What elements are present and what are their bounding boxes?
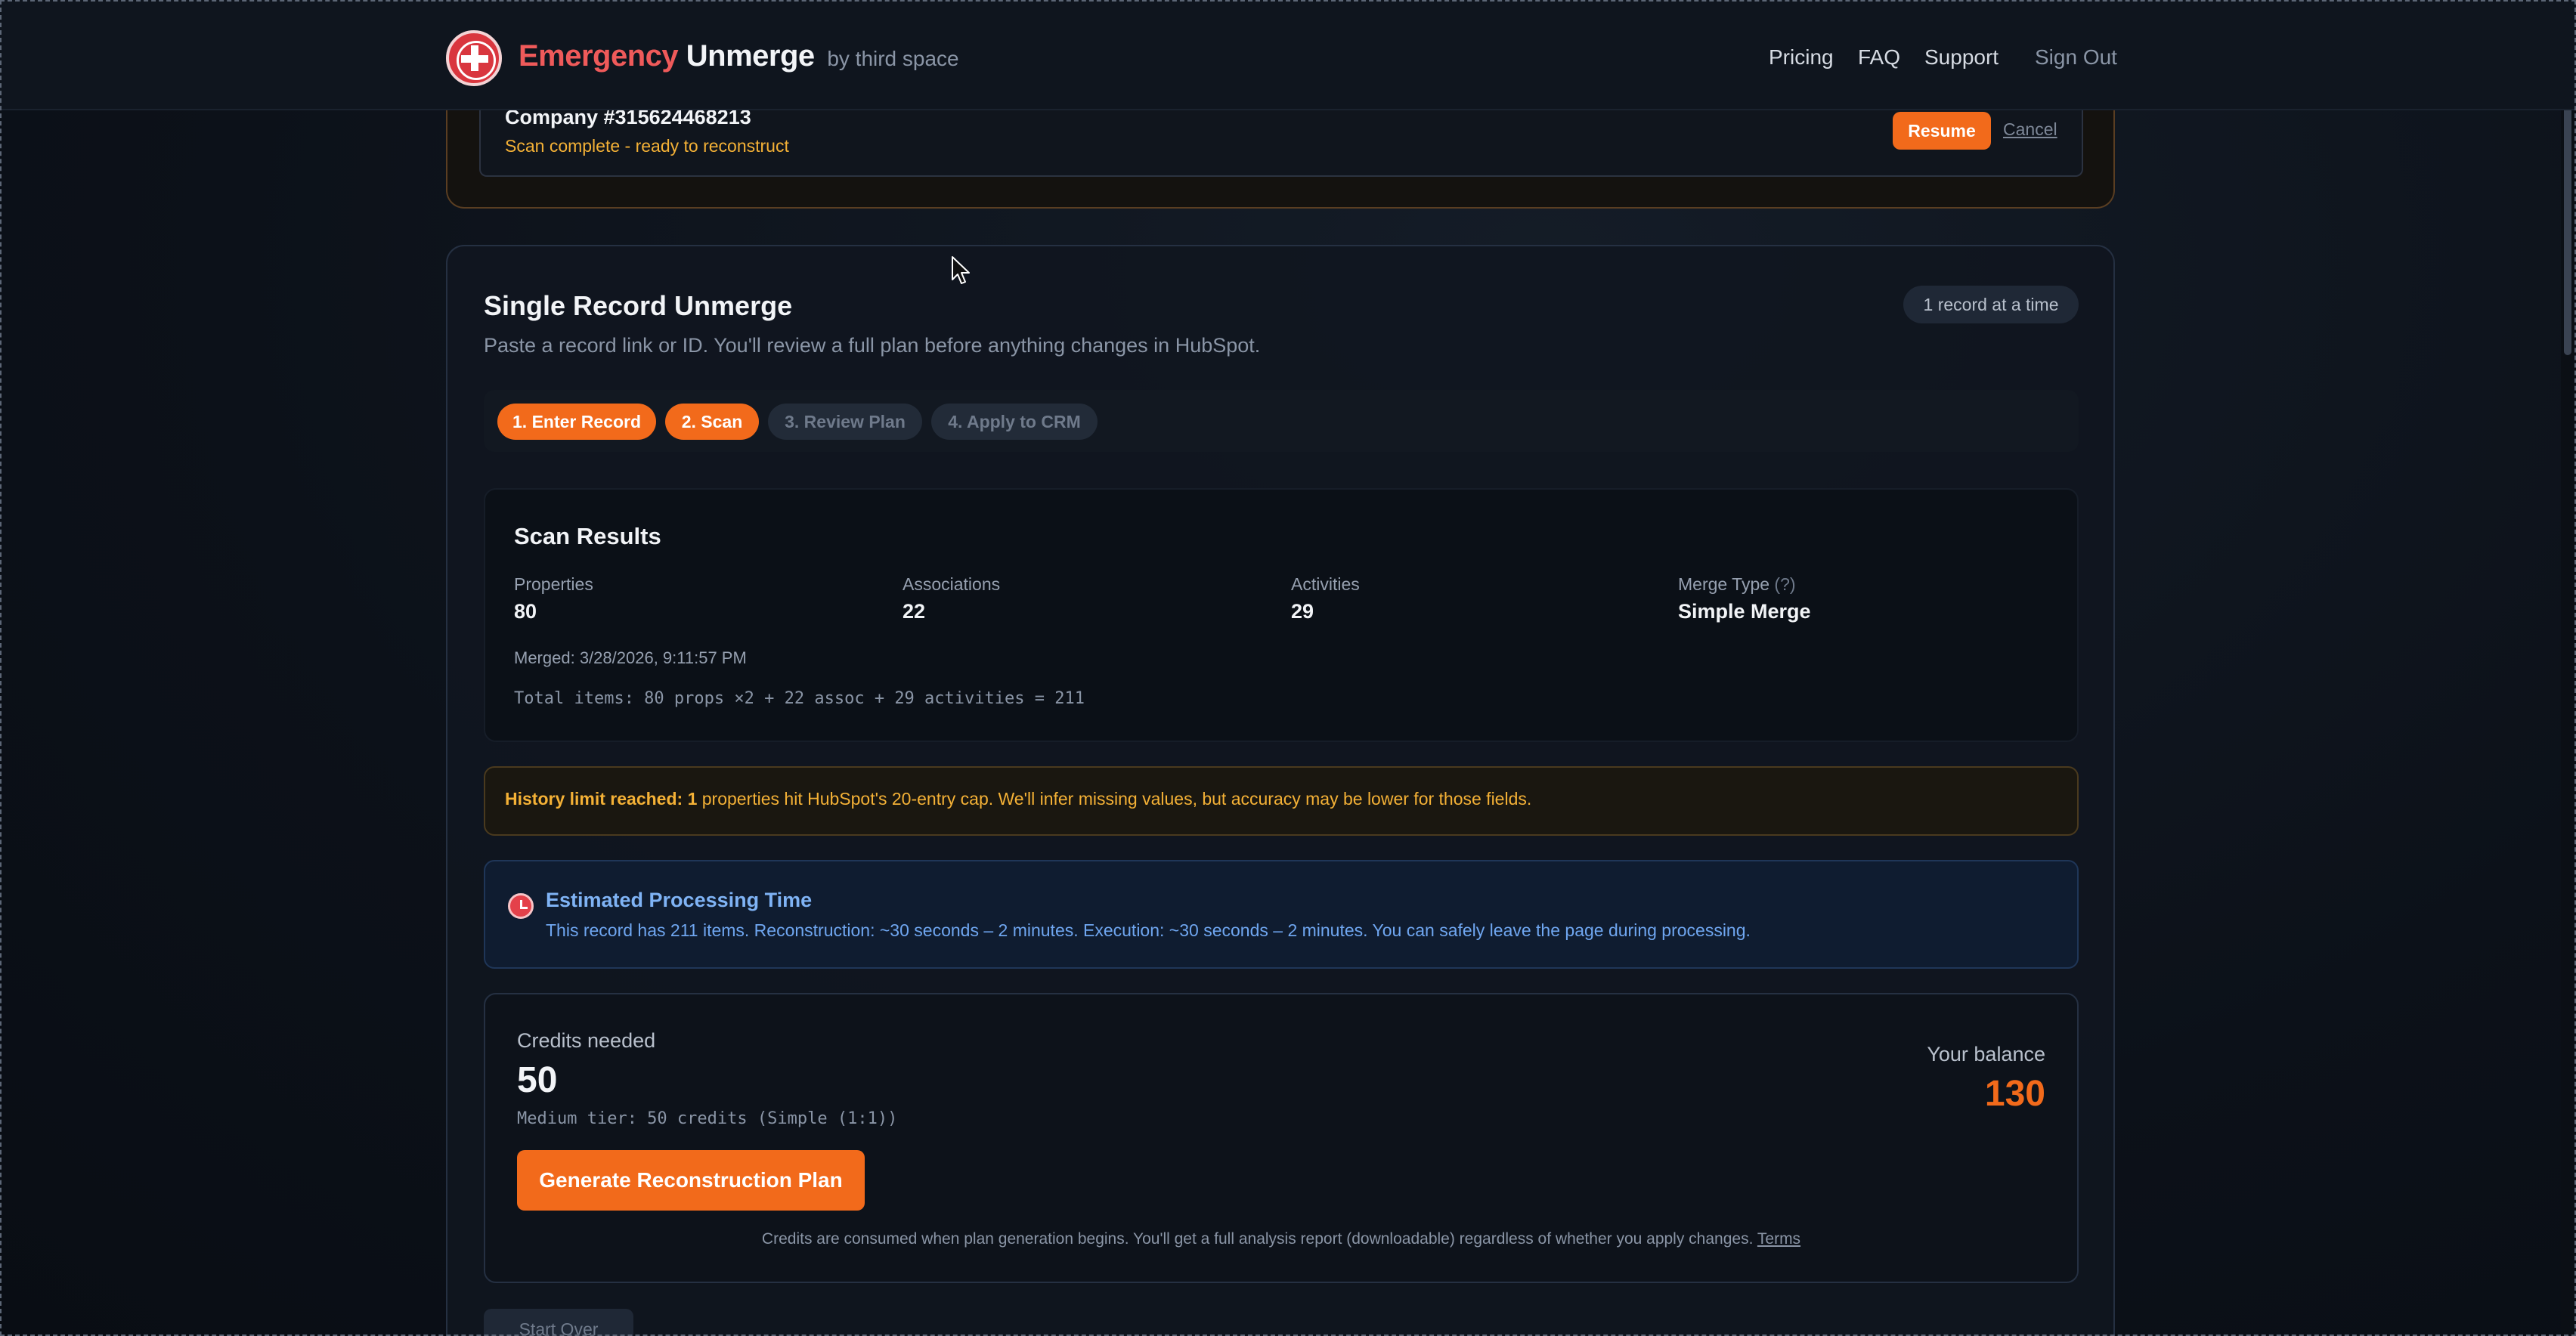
pending-status: Scan complete - ready to reconstruct xyxy=(505,136,789,156)
alarm-clock-icon xyxy=(508,893,534,919)
credits-disclaimer: Credits are consumed when plan generatio… xyxy=(484,1230,2079,1248)
page-subtitle: Paste a record link or ID. You'll review… xyxy=(484,334,1261,357)
disclaimer-text: Credits are consumed when plan generatio… xyxy=(761,1230,1754,1248)
step-enter-record[interactable]: 1. Enter Record xyxy=(497,404,656,440)
stat-activities-value: 29 xyxy=(1291,600,1314,623)
estimate-title: Estimated Processing Time xyxy=(546,889,813,911)
resume-button[interactable]: Resume xyxy=(1893,112,1991,150)
generate-plan-button[interactable]: Generate Reconstruction Plan xyxy=(517,1150,865,1211)
cancel-link[interactable]: Cancel xyxy=(2003,119,2057,140)
merged-timestamp: Merged: 3/28/2026, 9:11:57 PM xyxy=(514,648,747,667)
nav-support[interactable]: Support xyxy=(1924,45,1999,70)
stat-merge-type-value: Simple Merge xyxy=(1678,600,1811,623)
brand-byline: by third space xyxy=(827,47,959,70)
stat-associations-label: Associations xyxy=(903,574,1001,594)
page-title: Single Record Unmerge xyxy=(484,290,793,321)
balance-value: 130 xyxy=(1984,1074,2045,1114)
nav-faq[interactable]: FAQ xyxy=(1858,45,1900,70)
record-limit-badge: 1 record at a time xyxy=(1903,286,2079,323)
warning-body: properties hit HubSpot's 20-entry cap. W… xyxy=(697,789,1532,809)
terms-link[interactable]: Terms xyxy=(1757,1230,1800,1248)
stat-properties-value: 80 xyxy=(514,600,537,623)
estimate-body: This record has 211 items. Reconstructio… xyxy=(546,920,1751,940)
merge-type-help-icon[interactable]: (?) xyxy=(1774,574,1795,594)
scan-results-title: Scan Results xyxy=(514,523,661,549)
step-review-plan: 3. Review Plan xyxy=(768,404,922,440)
credits-needed-value: 50 xyxy=(517,1060,558,1100)
processing-time-panel xyxy=(484,860,2079,969)
brand-unmerge: Unmerge xyxy=(686,39,815,73)
warning-text: History limit reached: 1 properties hit … xyxy=(505,789,1531,809)
step-apply-crm: 4. Apply to CRM xyxy=(931,404,1098,440)
credits-needed-label: Credits needed xyxy=(517,1029,656,1052)
total-items: Total items: 80 props ×2 + 22 assoc + 29… xyxy=(514,689,1085,708)
merge-type-label-text: Merge Type xyxy=(1678,574,1770,594)
brand-name[interactable]: Emergency Unmerge by third space xyxy=(519,39,959,73)
credits-tier: Medium tier: 50 credits (Simple (1:1)) xyxy=(517,1109,898,1128)
stat-associations-value: 22 xyxy=(903,600,926,623)
brand-emergency: Emergency xyxy=(519,39,679,73)
stat-merge-type-label: Merge Type (?) xyxy=(1678,574,1796,595)
stat-properties-label: Properties xyxy=(514,574,593,594)
step-scan[interactable]: 2. Scan xyxy=(665,404,759,440)
scrollbar-thumb[interactable] xyxy=(2564,76,2571,355)
start-over-button[interactable]: Start Over xyxy=(484,1309,633,1336)
mouse-cursor-icon xyxy=(952,256,970,284)
logo-icon[interactable] xyxy=(446,30,502,86)
stat-activities-label: Activities xyxy=(1291,574,1360,594)
top-navbar: Emergency Unmerge by third space Pricing… xyxy=(0,0,2576,110)
nav-pricing[interactable]: Pricing xyxy=(1769,45,1834,70)
warning-bold: History limit reached: 1 xyxy=(505,789,698,809)
balance-label: Your balance xyxy=(1927,1043,2045,1065)
sign-out-link[interactable]: Sign Out xyxy=(2035,45,2117,70)
